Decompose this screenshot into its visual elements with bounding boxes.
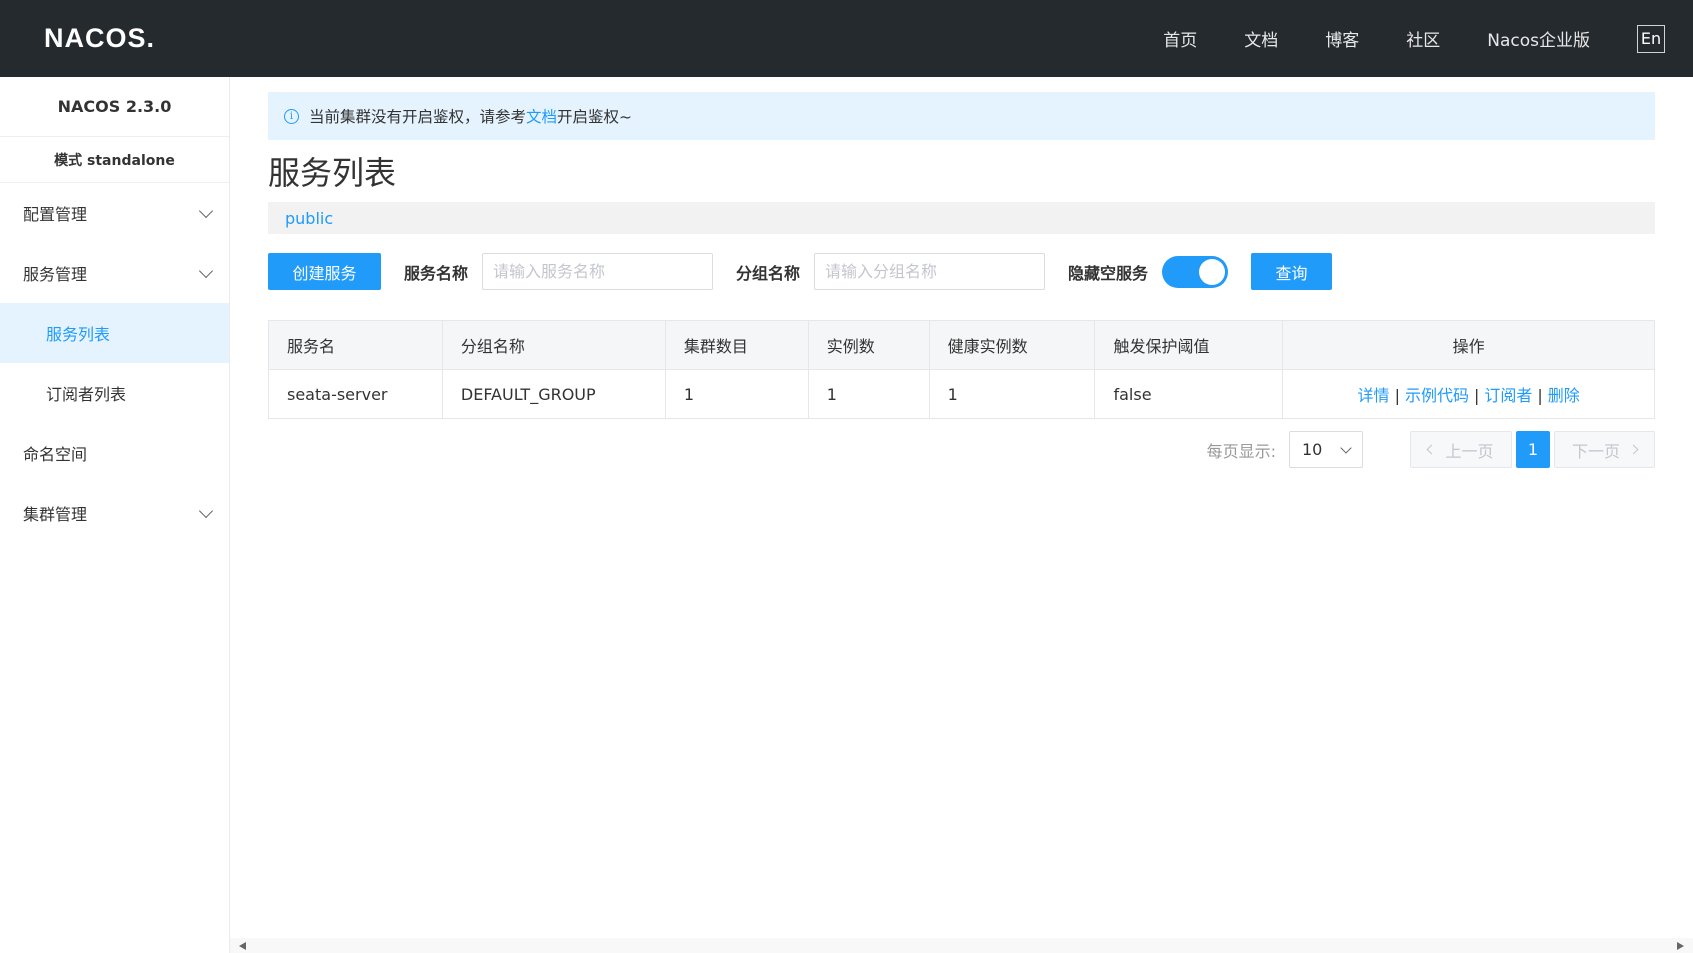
notice-text-before: 当前集群没有开启鉴权，请参考 — [309, 108, 527, 126]
info-icon: i — [284, 108, 299, 124]
hide-empty-toggle[interactable] — [1162, 255, 1229, 288]
sidebar-item-namespace[interactable]: 命名空间 — [0, 423, 229, 483]
nav-docs[interactable]: 文档 — [1244, 26, 1278, 51]
page-size-value: 10 — [1302, 440, 1323, 459]
sidebar-item-label: 服务列表 — [46, 325, 111, 344]
language-toggle-button[interactable]: En — [1637, 24, 1665, 53]
page-size-select[interactable]: 10 — [1289, 431, 1363, 468]
search-toolbar: 创建服务 服务名称 分组名称 隐藏空服务 查询 — [268, 253, 1655, 290]
sidebar-item-label: 订阅者列表 — [46, 385, 127, 404]
auth-notice: i 当前集群没有开启鉴权，请参考 文档 开启鉴权~ — [268, 92, 1655, 140]
page-size-label: 每页显示: — [1206, 441, 1276, 461]
col-cluster-count: 集群数目 — [664, 320, 809, 370]
pagination: 每页显示: 10 上一页 1 下一页 — [268, 431, 1655, 468]
scroll-right-icon[interactable] — [1677, 942, 1684, 950]
version-label: NACOS 2.3.0 — [0, 77, 229, 137]
prev-page-button[interactable]: 上一页 — [1410, 431, 1512, 468]
chevron-down-icon — [198, 263, 214, 278]
col-actions: 操作 — [1282, 320, 1655, 370]
table-row: seata-server DEFAULT_GROUP 1 1 1 false 详… — [268, 369, 1655, 419]
sidebar-item-cluster-management[interactable]: 集群管理 — [0, 483, 229, 543]
nav-enterprise[interactable]: Nacos企业版 — [1487, 26, 1590, 51]
next-page-label: 下一页 — [1571, 441, 1620, 461]
namespace-bar: public — [268, 202, 1655, 234]
top-bar: NACOS. 首页 文档 博客 社区 Nacos企业版 En — [0, 0, 1693, 77]
group-name-label: 分组名称 — [736, 263, 801, 283]
sidebar-item-config-management[interactable]: 配置管理 — [0, 183, 229, 243]
notice-docs-link[interactable]: 文档 — [526, 105, 557, 127]
main-content: i 当前集群没有开启鉴权，请参考 文档 开启鉴权~ 服务列表 public 创建… — [268, 77, 1655, 468]
chevron-down-icon — [1340, 441, 1352, 454]
col-group-name: 分组名称 — [441, 320, 666, 370]
col-service-name: 服务名 — [268, 320, 443, 370]
cell-instance-count: 1 — [807, 369, 930, 419]
hide-empty-label: 隐藏空服务 — [1068, 263, 1149, 283]
sidebar-item-label: 配置管理 — [23, 205, 88, 224]
page-title: 服务列表 — [268, 154, 397, 192]
notice-text-after: 开启鉴权~ — [557, 108, 633, 126]
toggle-knob — [1199, 258, 1226, 285]
col-protect-threshold: 触发保护阈值 — [1094, 320, 1284, 370]
cell-actions: 详情 | 示例代码 | 订阅者 | 删除 — [1282, 369, 1655, 419]
nav-home[interactable]: 首页 — [1163, 26, 1197, 51]
delete-link[interactable]: 删除 — [1548, 386, 1580, 405]
sidebar-item-service-management[interactable]: 服务管理 — [0, 243, 229, 303]
query-button[interactable]: 查询 — [1251, 253, 1333, 290]
sidebar: NACOS 2.3.0 模式 standalone 配置管理 服务管理 服务列表… — [0, 77, 230, 953]
page-number-current[interactable]: 1 — [1516, 431, 1550, 468]
scroll-left-icon[interactable] — [239, 942, 246, 950]
action-separator: | — [1473, 386, 1480, 405]
cell-service-name: seata-server — [268, 369, 443, 419]
service-table: 服务名 分组名称 集群数目 实例数 健康实例数 触发保护阈值 操作 seata-… — [268, 320, 1655, 419]
namespace-public[interactable]: public — [285, 209, 333, 228]
detail-link[interactable]: 详情 — [1358, 386, 1390, 405]
service-name-input[interactable] — [482, 253, 714, 290]
mode-label: 模式 standalone — [0, 137, 229, 183]
service-name-label: 服务名称 — [404, 263, 469, 283]
next-page-button[interactable]: 下一页 — [1554, 431, 1655, 468]
sidebar-item-label: 集群管理 — [23, 505, 88, 524]
sidebar-item-subscriber-list[interactable]: 订阅者列表 — [0, 363, 229, 423]
chevron-right-icon — [1628, 444, 1639, 455]
sidebar-item-label: 服务管理 — [23, 265, 88, 284]
action-separator: | — [1537, 386, 1543, 405]
cell-healthy-count: 1 — [928, 369, 1096, 419]
cell-cluster-count: 1 — [664, 369, 809, 419]
col-healthy-count: 健康实例数 — [928, 320, 1096, 370]
sidebar-item-label: 命名空间 — [23, 445, 88, 464]
prev-page-label: 上一页 — [1445, 441, 1494, 461]
col-instance-count: 实例数 — [807, 320, 930, 370]
cell-protect-threshold: false — [1094, 369, 1284, 419]
cell-group-name: DEFAULT_GROUP — [441, 369, 666, 419]
nav-community[interactable]: 社区 — [1406, 26, 1440, 51]
horizontal-scrollbar[interactable] — [230, 938, 1693, 953]
chevron-down-icon — [198, 203, 214, 218]
top-nav: 首页 文档 博客 社区 Nacos企业版 En — [1163, 0, 1693, 77]
subscribers-link[interactable]: 订阅者 — [1484, 386, 1532, 405]
chevron-left-icon — [1427, 444, 1437, 455]
chevron-down-icon — [198, 503, 214, 518]
table-header-row: 服务名 分组名称 集群数目 实例数 健康实例数 触发保护阈值 操作 — [268, 320, 1655, 370]
group-name-input[interactable] — [814, 253, 1046, 290]
sample-code-link[interactable]: 示例代码 — [1405, 386, 1469, 405]
create-service-button[interactable]: 创建服务 — [268, 253, 381, 290]
action-separator: | — [1394, 386, 1400, 405]
nacos-logo[interactable]: NACOS. — [44, 20, 155, 56]
sidebar-item-service-list[interactable]: 服务列表 — [0, 303, 229, 363]
nav-blog[interactable]: 博客 — [1325, 26, 1359, 51]
